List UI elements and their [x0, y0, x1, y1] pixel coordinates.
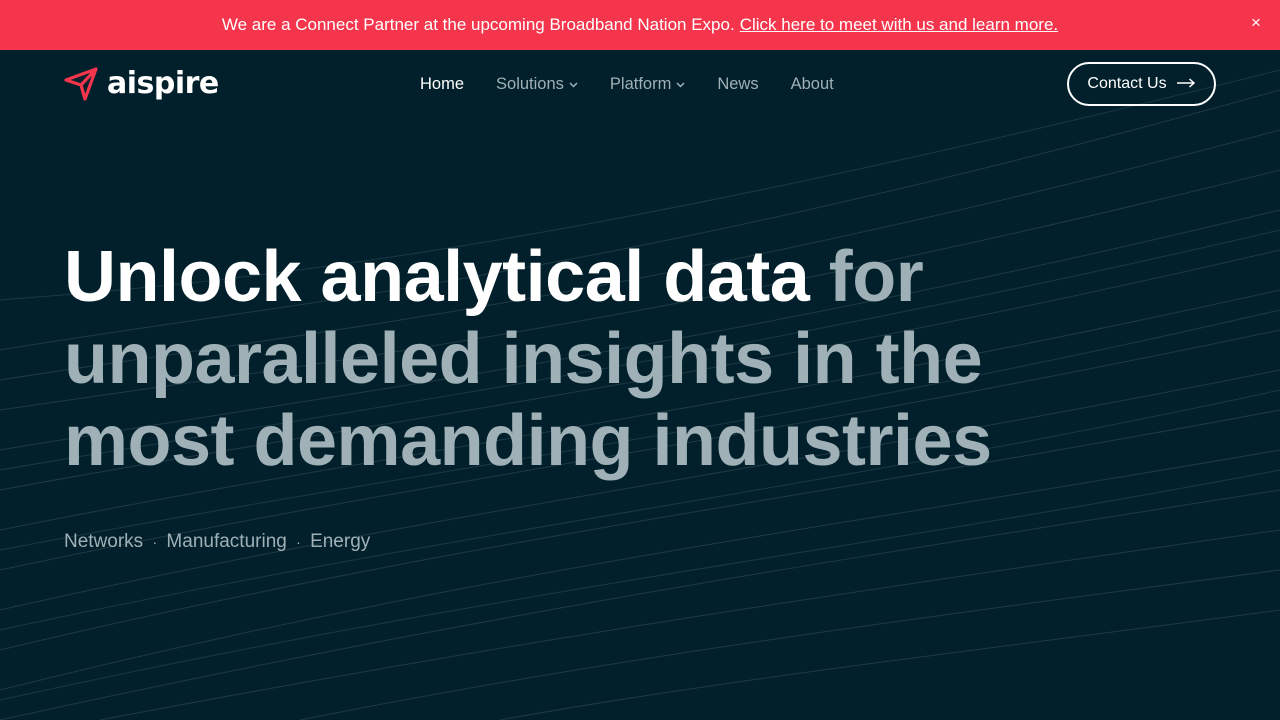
arrow-right-icon	[1176, 75, 1196, 93]
banner-message: We are a Connect Partner at the upcoming…	[221, 15, 735, 34]
nav-item-label: Solutions	[496, 74, 564, 93]
industry-manufacturing: Manufacturing	[166, 531, 287, 552]
nav-item-label: News	[717, 74, 759, 93]
site-header: aispire Home Solutions Platform News Abo…	[0, 50, 1280, 118]
nav-item-label: Home	[420, 74, 465, 93]
separator: ·	[152, 534, 158, 550]
paper-plane-logo-icon	[64, 67, 98, 101]
nav-item-about[interactable]: About	[791, 75, 834, 94]
logo-wordmark: aispire	[107, 66, 219, 101]
hero-headline-strong: Unlock analytical data	[64, 237, 810, 317]
separator: ·	[296, 534, 301, 550]
main-nav: Home Solutions Platform News About	[420, 72, 866, 96]
nav-item-label: About	[790, 74, 834, 93]
industry-list: Networks · Manufacturing · Energy	[64, 529, 370, 555]
announcement-banner: We are a Connect Partner at the upcoming…	[0, 0, 1280, 50]
hero-headline: Unlock analytical data for unparalleled …	[64, 236, 1144, 482]
nav-item-solutions[interactable]: Solutions	[496, 75, 578, 94]
nav-item-home[interactable]: Home	[420, 75, 464, 94]
contact-us-label: Contact Us	[1087, 75, 1167, 92]
logo[interactable]: aispire	[64, 67, 219, 101]
nav-item-label: Platform	[609, 74, 672, 93]
industry-networks: Networks	[64, 531, 144, 552]
chevron-down-icon	[676, 79, 685, 91]
industry-energy: Energy	[310, 531, 371, 552]
chevron-down-icon	[569, 79, 578, 91]
nav-item-platform[interactable]: Platform	[610, 75, 685, 94]
nav-item-news[interactable]: News	[717, 75, 758, 94]
banner-link[interactable]: Click here to meet with us and learn mor…	[740, 15, 1058, 35]
close-icon[interactable]: ×	[1246, 12, 1266, 34]
contact-us-button[interactable]: Contact Us	[1067, 62, 1216, 106]
